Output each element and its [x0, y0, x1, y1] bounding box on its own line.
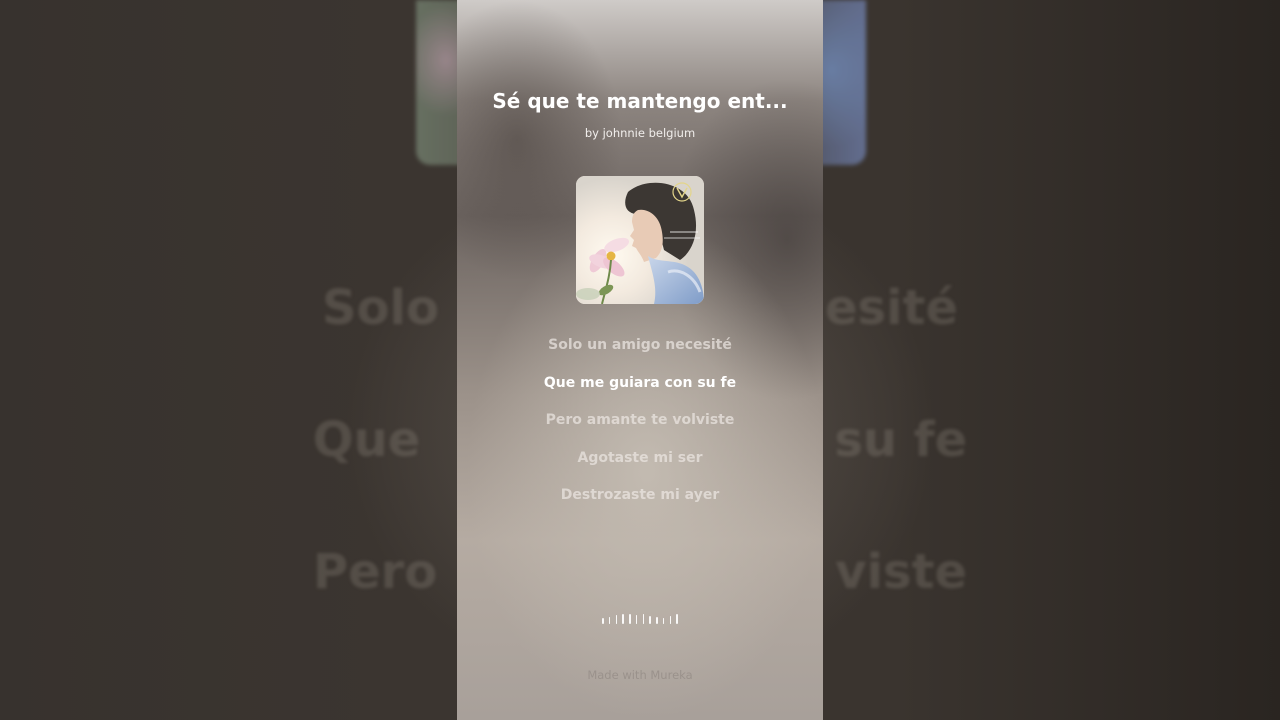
audio-waveform-icon — [602, 612, 678, 624]
album-cover — [576, 176, 704, 304]
lyric-line: Solo un amigo necesité — [548, 337, 732, 353]
lyric-player-panel: Sé que te mantengo ent... by johnnie bel… — [457, 0, 823, 720]
lyric-line: Destrozaste mi ayer — [560, 487, 720, 504]
album-cover-illustration — [576, 176, 704, 304]
made-with-credit: Made with Mureka — [587, 668, 693, 682]
lyric-line-active: Que me guiara con su fe — [543, 374, 737, 391]
song-title: Sé que te mantengo ent... — [492, 89, 788, 113]
lyric-line: Agotaste mi ser — [577, 449, 703, 466]
lyrics-list: Solo un amigo necesité Que me guiara con… — [457, 330, 823, 518]
video-frame: Solo esité Que su fe Pero viste Sé que te m… — [0, 0, 1280, 720]
song-artist: by johnnie belgium — [584, 126, 696, 140]
lyric-line: Pero amante te volviste — [545, 412, 735, 429]
